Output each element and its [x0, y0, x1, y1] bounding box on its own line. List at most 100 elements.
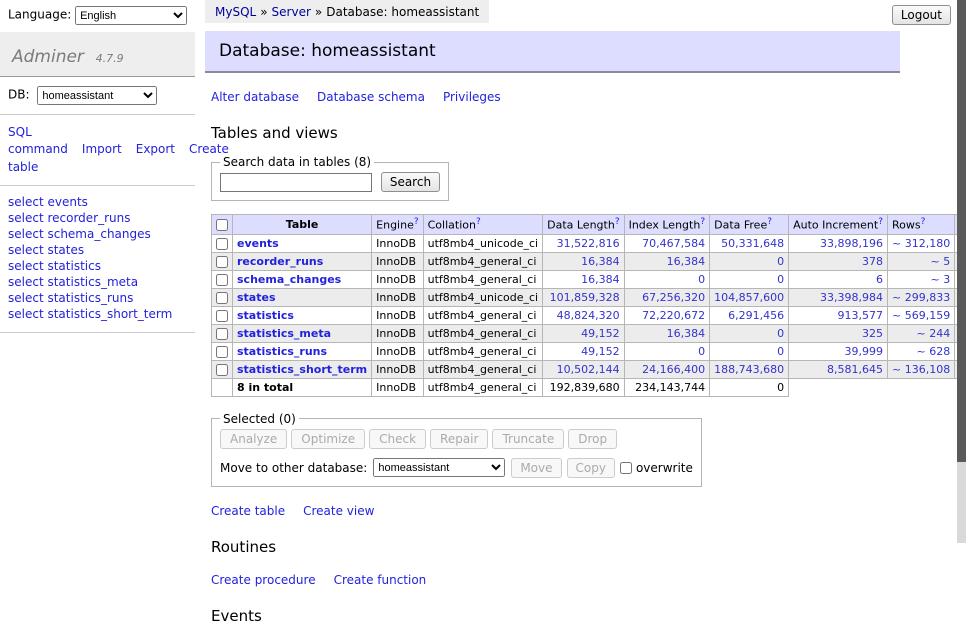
row-checkbox-statistics_runs[interactable]	[216, 346, 228, 358]
page-scrollbar[interactable]	[957, 0, 966, 543]
table-link-states[interactable]: states	[237, 291, 276, 304]
overwrite-checkbox[interactable]	[620, 462, 632, 474]
check-button[interactable]: Check	[369, 429, 426, 449]
auto-increment-link[interactable]: 6	[876, 273, 883, 286]
sidebar-select-statistics-meta-link[interactable]: select statistics_meta	[8, 275, 187, 291]
privileges-link[interactable]: Privileges	[443, 90, 501, 104]
sidebar-select-statistics-short-term-link[interactable]: select statistics_short_term	[8, 307, 187, 323]
sidebar-select-statistics-link[interactable]: select statistics	[8, 259, 187, 275]
row-checkbox-statistics[interactable]	[216, 310, 228, 322]
index-length-link[interactable]: 70,467,584	[642, 237, 705, 250]
logout-button[interactable]: Logout	[892, 5, 951, 25]
rows-count-link[interactable]: ~ 244	[916, 327, 950, 340]
data-length-link[interactable]: 16,384	[581, 273, 620, 286]
optimize-button[interactable]: Optimize	[291, 429, 365, 449]
sidebar-action-export[interactable]: Export	[136, 142, 175, 156]
auto-increment-link[interactable]: 8,581,645	[827, 363, 883, 376]
data-free-link[interactable]: 0	[777, 327, 784, 340]
row-checkbox-schema_changes[interactable]	[216, 274, 228, 286]
table-link-events[interactable]: events	[237, 237, 279, 250]
scrollbar-thumb[interactable]	[957, 0, 966, 462]
auto-increment-link[interactable]: 378	[862, 255, 883, 268]
auto-increment-link[interactable]: 33,398,984	[820, 291, 883, 304]
table-link-statistics_meta[interactable]: statistics_meta	[237, 327, 331, 340]
table-link-recorder_runs[interactable]: recorder_runs	[237, 255, 323, 268]
help-link[interactable]: ?	[476, 217, 481, 227]
help-link[interactable]: ?	[767, 217, 772, 227]
language-select[interactable]: English	[75, 6, 187, 25]
auto-increment-link[interactable]: 39,999	[845, 345, 884, 358]
copy-button[interactable]: Copy	[567, 458, 615, 478]
data-free-link[interactable]: 50,331,648	[721, 237, 784, 250]
breadcrumb-server[interactable]: Server	[272, 5, 311, 19]
rows-count-link[interactable]: ~ 569,159	[892, 309, 950, 322]
help-link[interactable]: ?	[615, 217, 620, 227]
rows-count-link[interactable]: ~ 3	[930, 273, 950, 286]
data-length-link[interactable]: 48,824,320	[557, 309, 620, 322]
data-free-link[interactable]: 0	[777, 255, 784, 268]
data-free-link[interactable]: 6,291,456	[728, 309, 784, 322]
row-checkbox-events[interactable]	[216, 238, 228, 250]
rows-count-link[interactable]: ~ 628	[916, 345, 950, 358]
data-length-link[interactable]: 10,502,144	[557, 363, 620, 376]
sidebar-action-sql-command[interactable]: SQL command	[8, 125, 68, 156]
sidebar-action-import[interactable]: Import	[82, 142, 122, 156]
rows-count-link[interactable]: ~ 136,108	[892, 363, 950, 376]
sidebar-select-states-link[interactable]: select states	[8, 243, 187, 259]
breadcrumb-mysql[interactable]: MySQL	[215, 5, 256, 19]
data-length-link[interactable]: 49,152	[581, 327, 620, 340]
database-schema-link[interactable]: Database schema	[317, 90, 425, 104]
index-length-link[interactable]: 0	[698, 273, 705, 286]
data-length-link[interactable]: 49,152	[581, 345, 620, 358]
create-table-link[interactable]: Create table	[211, 504, 285, 518]
row-checkbox-recorder_runs[interactable]	[216, 256, 228, 268]
sidebar-select-events-link[interactable]: select events	[8, 195, 187, 211]
move-database-select[interactable]: homeassistant	[373, 458, 505, 477]
auto-increment-link[interactable]: 325	[862, 327, 883, 340]
help-link[interactable]: ?	[414, 217, 419, 227]
help-link[interactable]: ?	[700, 217, 705, 227]
data-free-link[interactable]: 188,743,680	[714, 363, 784, 376]
table-link-statistics_short_term[interactable]: statistics_short_term	[237, 363, 367, 376]
auto-increment-link[interactable]: 33,898,196	[820, 237, 883, 250]
alter-database-link[interactable]: Alter database	[211, 90, 299, 104]
row-checkbox-statistics_short_term[interactable]	[216, 364, 228, 376]
rows-count-link[interactable]: ~ 299,833	[892, 291, 950, 304]
db-select[interactable]: homeassistant	[37, 86, 157, 105]
select-all-checkbox[interactable]	[216, 219, 228, 231]
search-input[interactable]	[220, 173, 372, 192]
table-link-schema_changes[interactable]: schema_changes	[237, 273, 341, 286]
sidebar-select-schema-changes-link[interactable]: select schema_changes	[8, 227, 187, 243]
analyze-button[interactable]: Analyze	[220, 429, 287, 449]
index-length-link[interactable]: 16,384	[667, 327, 706, 340]
truncate-button[interactable]: Truncate	[492, 429, 564, 449]
data-free-link[interactable]: 104,857,600	[714, 291, 784, 304]
search-button[interactable]: Search	[381, 172, 440, 192]
repair-button[interactable]: Repair	[430, 429, 488, 449]
help-link[interactable]: ?	[878, 217, 883, 227]
move-button[interactable]: Move	[511, 458, 561, 478]
index-length-link[interactable]: 0	[698, 345, 705, 358]
data-free-link[interactable]: 0	[777, 273, 784, 286]
data-length-link[interactable]: 31,522,816	[557, 237, 620, 250]
index-length-link[interactable]: 67,256,320	[642, 291, 705, 304]
data-free-link[interactable]: 0	[777, 345, 784, 358]
drop-button[interactable]: Drop	[568, 429, 617, 449]
index-length-link[interactable]: 16,384	[667, 255, 706, 268]
auto-increment-link[interactable]: 913,577	[838, 309, 884, 322]
data-length-link[interactable]: 16,384	[581, 255, 620, 268]
create-view-link[interactable]: Create view	[303, 504, 374, 518]
table-link-statistics_runs[interactable]: statistics_runs	[237, 345, 327, 358]
row-checkbox-states[interactable]	[216, 292, 228, 304]
table-link-statistics[interactable]: statistics	[237, 309, 294, 322]
help-link[interactable]: ?	[921, 217, 926, 227]
create-procedure-link[interactable]: Create procedure	[211, 573, 316, 587]
create-function-link[interactable]: Create function	[334, 573, 427, 587]
row-checkbox-statistics_meta[interactable]	[216, 328, 228, 340]
rows-count-link[interactable]: ~ 312,180	[892, 237, 950, 250]
data-length-link[interactable]: 101,859,328	[550, 291, 620, 304]
adminer-brand[interactable]: Adminer	[12, 47, 84, 67]
sidebar-select-statistics-runs-link[interactable]: select statistics_runs	[8, 291, 187, 307]
sidebar-select-recorder-runs-link[interactable]: select recorder_runs	[8, 211, 187, 227]
rows-count-link[interactable]: ~ 5	[930, 255, 950, 268]
